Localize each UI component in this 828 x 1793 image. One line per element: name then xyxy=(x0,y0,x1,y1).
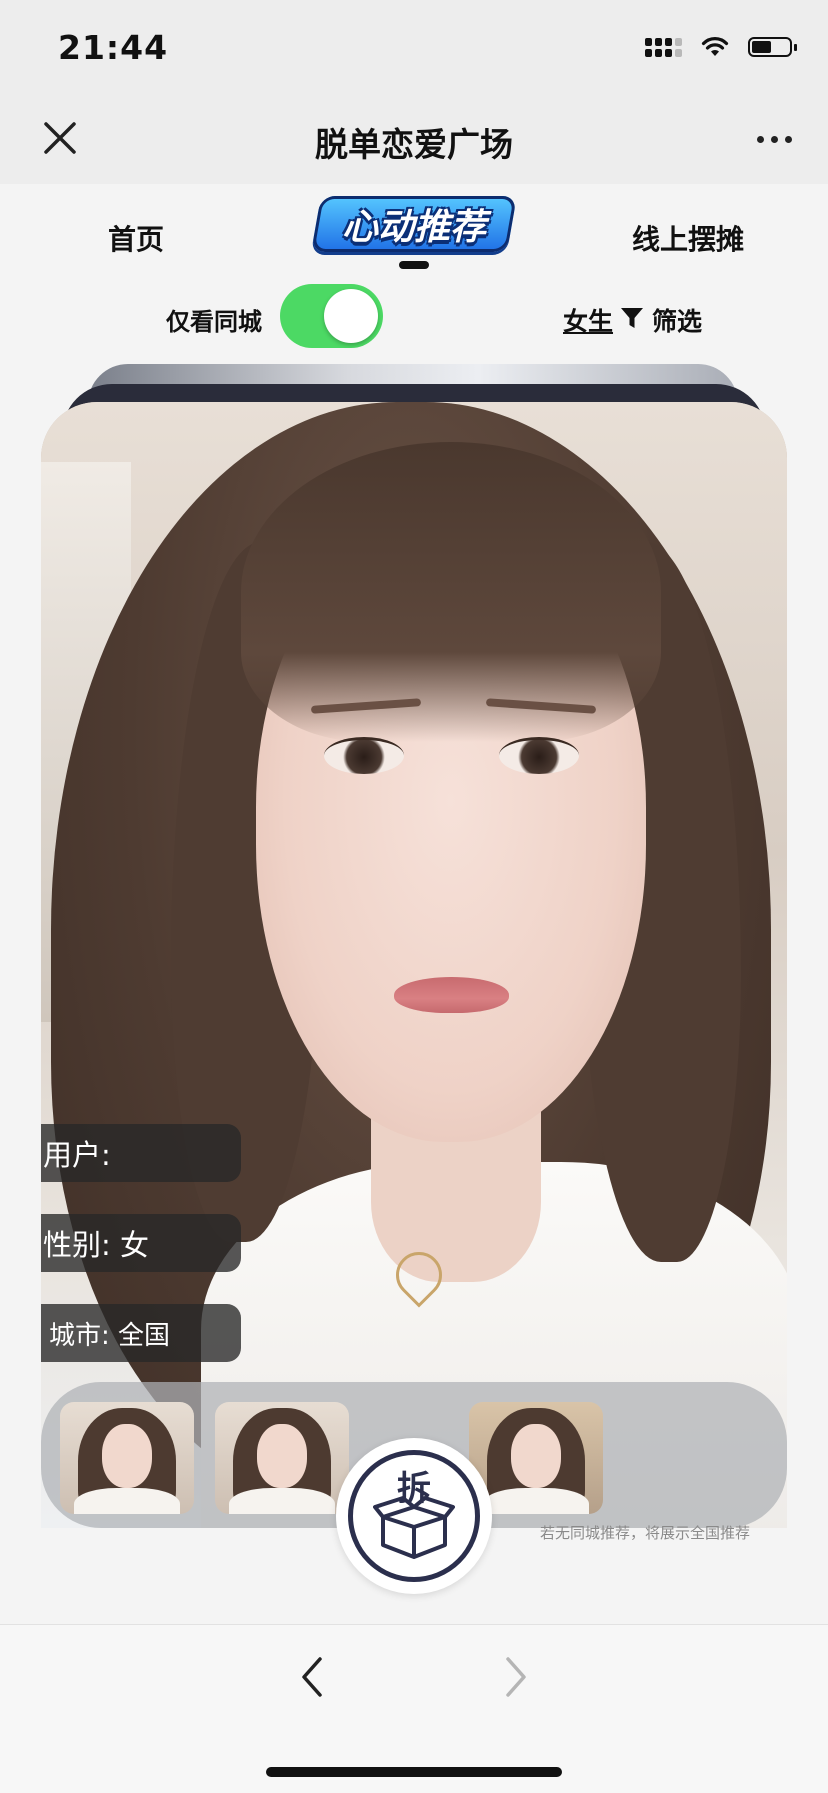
filter-button[interactable]: 筛选 xyxy=(652,302,702,338)
same-city-label: 仅看同城 xyxy=(166,308,262,336)
page-title: 脱单恋爱广场 xyxy=(315,125,513,164)
tab-market[interactable]: 线上摆摊 xyxy=(632,218,744,258)
nav-bar: 脱单恋爱广场 xyxy=(0,92,828,184)
photo-eye xyxy=(499,737,579,774)
status-icons xyxy=(645,36,797,58)
home-indicator xyxy=(266,1767,562,1777)
toggle-knob xyxy=(324,289,378,343)
more-icon[interactable] xyxy=(757,136,792,143)
profile-gender-label: 性别: 女 xyxy=(41,1214,241,1272)
gender-selector[interactable]: 女生 xyxy=(563,302,613,338)
open-box-button[interactable]: 拆 xyxy=(336,1438,492,1594)
chevron-left-icon[interactable] xyxy=(296,1655,328,1699)
battery-level xyxy=(752,41,771,53)
battery-icon xyxy=(748,37,797,57)
photo-eye xyxy=(324,737,404,774)
tab-home[interactable]: 首页 xyxy=(108,218,164,258)
thumbnail-photo[interactable] xyxy=(60,1402,194,1514)
status-bar: 21:44 xyxy=(0,0,828,92)
profile-city-label: 城市: 全国 xyxy=(41,1304,241,1362)
same-city-toggle[interactable] xyxy=(280,284,383,348)
status-time: 21:44 xyxy=(58,28,169,67)
tab-featured[interactable]: 心动推荐 xyxy=(311,196,517,252)
hint-text: 若无同城推荐，将展示全国推荐 xyxy=(540,1524,751,1542)
profile-user-label: 用户: xyxy=(41,1124,241,1182)
funnel-icon[interactable] xyxy=(620,306,644,330)
wifi-icon xyxy=(701,37,729,56)
box-icon xyxy=(373,1496,455,1559)
cellular-signal-icon xyxy=(645,37,682,57)
bottom-bar xyxy=(0,1624,828,1793)
photo-lips xyxy=(394,977,509,1013)
tab-featured-label: 心动推荐 xyxy=(341,207,486,248)
open-box-icon: 拆 xyxy=(348,1450,480,1582)
photo-bangs xyxy=(241,442,661,742)
chevron-right-icon xyxy=(506,1657,526,1697)
thumbnail-photo[interactable] xyxy=(215,1402,349,1514)
active-tab-indicator xyxy=(399,261,429,269)
